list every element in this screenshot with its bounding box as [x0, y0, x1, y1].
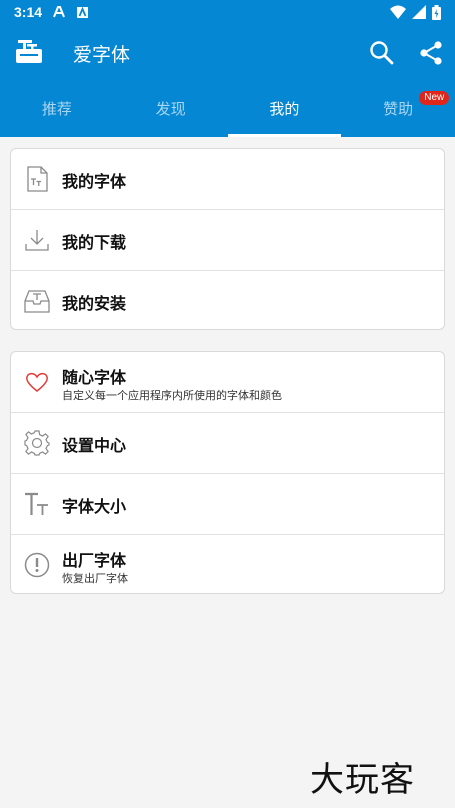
- factory-font-row[interactable]: 出厂字体 恢复出厂字体: [11, 535, 444, 593]
- search-icon[interactable]: [369, 40, 395, 66]
- custom-font-row[interactable]: 随心字体 自定义每一个应用程序内所使用的字体和颜色: [11, 352, 444, 413]
- row-label: 我的字体: [62, 172, 127, 191]
- font-file-icon: [27, 166, 48, 192]
- my-fonts-row[interactable]: 我的字体: [11, 149, 444, 210]
- row-label: 我的安装: [62, 294, 127, 313]
- text-size-icon: [25, 492, 48, 515]
- battery-icon: [432, 4, 441, 20]
- my-downloads-row[interactable]: 我的下载: [11, 210, 444, 271]
- settings-center-row[interactable]: 设置中心: [11, 413, 444, 474]
- tab-label: 发现: [155, 100, 186, 118]
- new-badge: New: [419, 91, 450, 105]
- row-subtitle: 恢复出厂字体: [62, 572, 128, 585]
- status-bar: 3:14: [0, 0, 455, 24]
- share-icon[interactable]: [418, 40, 444, 66]
- my-installs-row[interactable]: 我的安装: [11, 271, 444, 329]
- font-app-logo: [16, 40, 42, 63]
- tab-sponsor[interactable]: 赞助 New: [341, 80, 455, 137]
- row-label: 字体大小: [62, 497, 127, 516]
- tab-discover[interactable]: 发现: [114, 80, 228, 137]
- row-label: 随心字体: [62, 368, 127, 387]
- my-content-card: 我的字体 我的下载 我的安装: [10, 148, 445, 330]
- a-icon: [53, 6, 65, 18]
- tab-bar: 推荐 发现 我的 赞助 New: [0, 80, 455, 137]
- status-left: 3:14: [14, 4, 89, 20]
- app-title: 爱字体: [73, 44, 131, 66]
- app-icon: [77, 6, 89, 18]
- install-tray-icon: [24, 290, 50, 313]
- watermark: 大玩客: [310, 760, 415, 800]
- signal-icon: [412, 5, 426, 19]
- download-icon: [25, 230, 49, 251]
- tab-label: 推荐: [41, 100, 72, 118]
- row-label: 出厂字体: [62, 551, 127, 570]
- heart-icon: [26, 372, 48, 392]
- exclamation-icon: [24, 552, 50, 578]
- tab-label: 赞助: [383, 100, 414, 118]
- app-bar: 爱字体: [0, 24, 455, 80]
- tab-mine[interactable]: 我的: [227, 80, 342, 137]
- font-size-row[interactable]: 字体大小: [11, 474, 444, 535]
- row-label: 设置中心: [62, 436, 127, 455]
- status-right: [390, 4, 441, 20]
- wifi-icon: [390, 5, 406, 19]
- tab-recommend[interactable]: 推荐: [0, 80, 114, 137]
- tab-label: 我的: [269, 100, 300, 118]
- status-time: 3:14: [14, 4, 43, 20]
- row-label: 我的下载: [62, 233, 127, 252]
- gear-icon: [24, 430, 50, 456]
- settings-card: 随心字体 自定义每一个应用程序内所使用的字体和颜色 设置中心 字体大小 出厂字体…: [10, 351, 445, 594]
- row-subtitle: 自定义每一个应用程序内所使用的字体和颜色: [62, 389, 282, 402]
